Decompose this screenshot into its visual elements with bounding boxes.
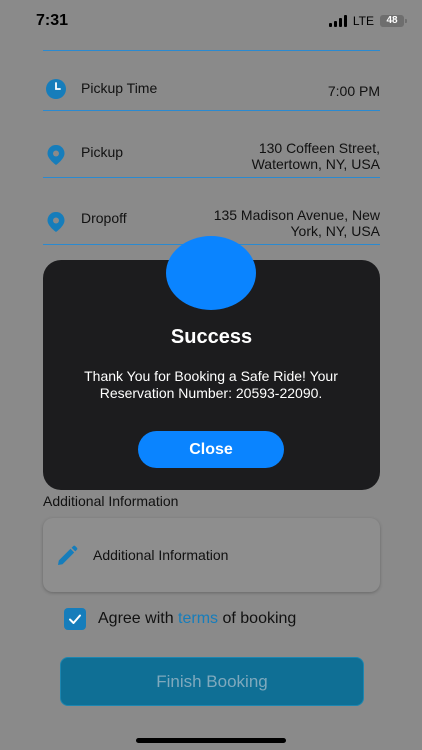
divider <box>43 50 380 51</box>
dropoff-label: Dropoff <box>81 210 127 226</box>
pickup-address-line2: Watertown, NY, USA <box>251 156 380 172</box>
success-badge <box>166 236 256 310</box>
dropoff-address-line2: York, NY, USA <box>290 223 381 239</box>
pickup-row[interactable]: Pickup 130 Coffeen Street, Watertown, NY… <box>43 138 380 172</box>
battery-icon: 48 <box>380 15 407 27</box>
dropoff-address: 135 Madison Avenue, New York, NY, USA <box>214 207 380 239</box>
dropoff-row[interactable]: Dropoff 135 Madison Avenue, New York, NY… <box>43 205 380 239</box>
pickup-time-row[interactable]: Pickup Time 7:00 PM <box>43 78 380 108</box>
terms-link[interactable]: terms <box>178 610 218 627</box>
agree-checkbox[interactable] <box>64 608 86 630</box>
divider <box>43 110 380 111</box>
checkmark-icon <box>69 614 81 624</box>
signal-icon <box>328 15 347 27</box>
pickup-address: 130 Coffeen Street, Watertown, NY, USA <box>252 140 380 172</box>
close-button[interactable]: Close <box>138 431 284 468</box>
clock-icon <box>46 79 66 99</box>
additional-info-field[interactable]: Additional Information <box>43 518 380 592</box>
agree-suffix: of booking <box>218 610 297 627</box>
agree-prefix: Agree with <box>98 610 179 627</box>
divider <box>43 177 380 178</box>
dropoff-address-line1: 135 Madison Avenue, New <box>213 207 380 223</box>
status-time: 7:31 <box>36 12 69 29</box>
pickup-label: Pickup <box>81 144 124 160</box>
home-indicator[interactable] <box>136 738 286 743</box>
dialog-title: Success <box>170 326 253 348</box>
agree-text: Agree with terms of booking <box>98 610 296 628</box>
pickup-address-line1: 130 Coffeen Street, <box>258 140 380 156</box>
location-pin-icon <box>47 145 65 165</box>
status-bar: 7:31 LTE 48 <box>0 0 422 40</box>
finish-booking-button[interactable]: Finish Booking <box>60 657 364 706</box>
pickup-time-value: 7:00 PM <box>327 83 380 99</box>
pickup-time-label: Pickup Time <box>81 80 158 96</box>
agree-terms: Agree with terms of booking <box>64 608 296 630</box>
additional-info-heading: Additional Information <box>43 493 179 509</box>
network-type: LTE <box>352 14 374 28</box>
location-pin-icon <box>47 212 65 232</box>
additional-info-placeholder: Additional Information <box>93 547 229 563</box>
dialog-message: Thank You for Booking a Safe Ride! Your … <box>84 368 338 401</box>
pencil-icon <box>58 545 78 565</box>
status-indicators: LTE 48 <box>328 14 407 28</box>
